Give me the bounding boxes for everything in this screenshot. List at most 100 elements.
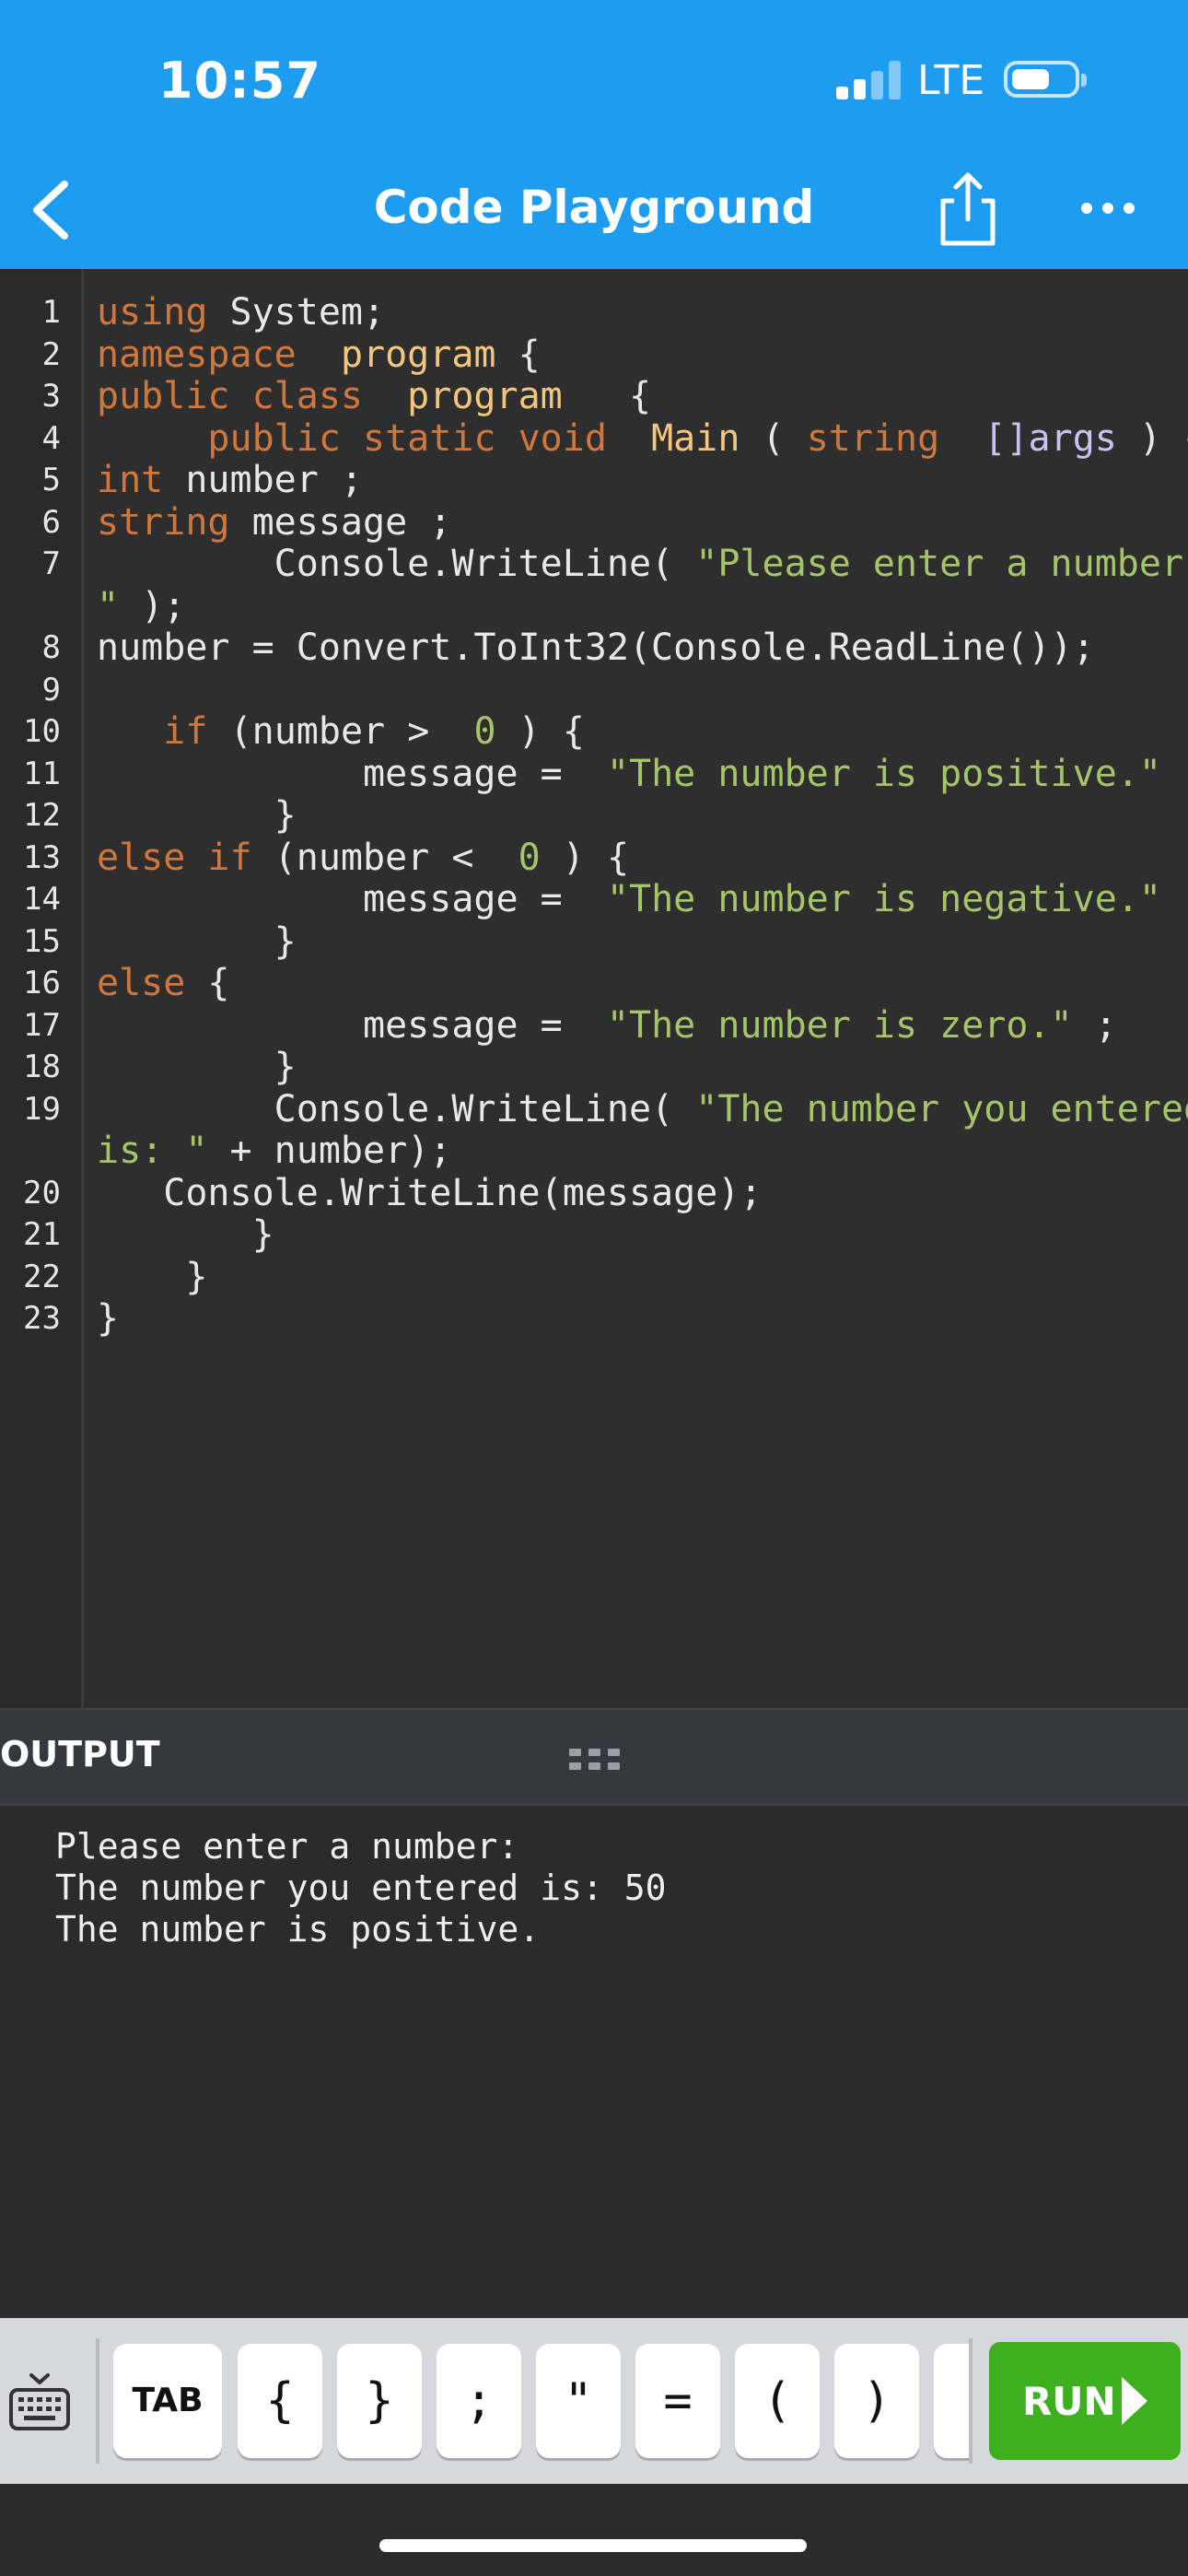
code-text: Console.WriteLine( "Please enter a numbe… [97, 543, 1188, 586]
code-token: else [97, 962, 186, 1004]
output-line: The number is positive. [55, 1909, 541, 1950]
line-number: 11 [23, 755, 61, 792]
code-token: } [97, 1046, 297, 1088]
code-token: "The number is positive." [606, 752, 1161, 795]
code-line[interactable]: 4 public static void Main ( string []arg… [0, 416, 1188, 461]
code-line[interactable]: 12 } [0, 794, 1188, 837]
symbol-keys: TAB { } ; " = ( ) [99, 2318, 969, 2484]
more-options-button[interactable] [1076, 190, 1140, 227]
code-token: number ; [185, 459, 363, 501]
code-line[interactable]: 19 Console.WriteLine( "The number you en… [0, 1087, 1188, 1131]
code-text: is: " + number); [97, 1130, 451, 1173]
code-line[interactable]: 23} [0, 1297, 1188, 1341]
code-token: Main [651, 416, 740, 460]
network-type: LTE [917, 57, 985, 104]
code-token: } [97, 1297, 120, 1340]
code-line[interactable]: 3 public class program { [0, 375, 1188, 418]
code-line[interactable]: is: " + number); [0, 1130, 1188, 1173]
code-line[interactable]: 9 [0, 670, 1188, 712]
code-area[interactable]: 1 using System; 2 namespace program {3 publi… [0, 291, 1188, 1341]
code-line[interactable]: 11 message = "The number is positive." ; [0, 752, 1188, 796]
code-text: using System; [97, 291, 385, 334]
code-line[interactable]: 17 message = "The number is zero." ; [0, 1004, 1188, 1048]
code-line[interactable]: 16 else { [0, 962, 1188, 1005]
home-indicator[interactable] [379, 2539, 807, 2552]
key-close-paren[interactable]: ) [834, 2344, 919, 2458]
code-line[interactable]: " ); [0, 584, 1188, 628]
key-close-brace[interactable]: } [337, 2344, 422, 2458]
code-token: "The number you entered [695, 1087, 1188, 1130]
code-token: ); [141, 584, 186, 627]
code-line[interactable]: 2 namespace program { [0, 334, 1188, 377]
code-line[interactable]: 18 } [0, 1046, 1188, 1089]
code-token: ) { [518, 710, 585, 753]
code-token: string [97, 500, 230, 544]
line-number: 2 [41, 335, 61, 373]
code-token: ) { [562, 836, 630, 879]
code-line[interactable]: 22 } [0, 1255, 1188, 1299]
code-token: + number); [229, 1130, 452, 1172]
code-line[interactable]: 10 if (number > 0 ) { [0, 710, 1188, 754]
line-number: 15 [23, 922, 61, 960]
key-partial[interactable] [934, 2344, 969, 2458]
key-equals[interactable]: = [635, 2344, 720, 2458]
code-token: } [97, 794, 297, 837]
key-open-paren[interactable]: ( [735, 2344, 820, 2458]
share-button[interactable] [930, 170, 1006, 247]
code-text: } [97, 1297, 120, 1341]
code-text: namespace program { [97, 334, 541, 377]
code-editor[interactable]: 1 using System; 2 namespace program {3 publi… [0, 269, 1188, 1708]
code-token: { [584, 375, 652, 417]
code-token: message = [97, 878, 585, 920]
code-text: public class program { [97, 375, 652, 418]
key-open-brace[interactable]: { [238, 2344, 322, 2458]
home-area [0, 2484, 1188, 2576]
code-line[interactable]: 5 int number ; [0, 459, 1188, 502]
key-double-quote[interactable]: " [536, 2344, 621, 2458]
code-token: } [97, 1255, 208, 1298]
line-number: 16 [23, 965, 61, 1001]
line-number: 19 [23, 1090, 61, 1128]
drag-handle-icon[interactable] [569, 1747, 621, 1773]
code-token: message ; [251, 500, 452, 544]
play-icon [1122, 2377, 1147, 2425]
signal-strength-icon [836, 61, 901, 100]
code-line[interactable]: 14 message = "The number is negative." ; [0, 878, 1188, 921]
line-number: 1 [41, 294, 61, 331]
keyboard-toggle-button[interactable] [7, 2370, 72, 2434]
code-line[interactable]: 13 else if (number < 0 ) { [0, 837, 1188, 880]
key-tab[interactable]: TAB [113, 2344, 222, 2458]
code-token: using [97, 291, 208, 334]
code-line[interactable]: 6 string message ; [0, 500, 1188, 544]
symbol-key-toolbar: TAB { } ; " = ( ) RUN [0, 2318, 1188, 2484]
code-text: message = "The number is zero." ; [97, 1004, 1117, 1048]
code-line[interactable]: 20 Console.WriteLine(message); [0, 1171, 1188, 1215]
code-line[interactable]: 21 } [0, 1213, 1188, 1257]
code-token: Console.WriteLine( [97, 543, 674, 585]
code-token: } [97, 919, 297, 963]
code-line[interactable]: 1 using System; [0, 291, 1188, 334]
key-semicolon[interactable]: ; [437, 2344, 521, 2458]
code-line[interactable]: 8 number = Convert.ToInt32(Console.ReadLi… [0, 626, 1188, 670]
code-line[interactable]: 7 Console.WriteLine( "Please enter a num… [0, 543, 1188, 586]
code-token: number = Convert.ToInt32(Console.ReadLin… [97, 626, 1095, 669]
battery-icon [1004, 61, 1087, 98]
run-label: RUN [1022, 2379, 1116, 2424]
code-token: Console.WriteLine(message); [97, 1171, 763, 1214]
code-line[interactable]: 15 } [0, 919, 1188, 964]
line-number: 14 [23, 881, 61, 918]
code-token: namespace [97, 333, 297, 376]
code-token: message = [97, 752, 585, 795]
code-text: message = "The number is positive." ; [97, 752, 1188, 796]
code-text: } [97, 919, 297, 964]
code-token: (number < [274, 836, 496, 879]
output-line: Please enter a number: [55, 1826, 519, 1867]
output-line: The number you entered is: 50 [55, 1868, 667, 1908]
line-number: 5 [41, 462, 61, 498]
code-token: int [97, 459, 164, 501]
line-number: 20 [23, 1174, 61, 1212]
run-button[interactable]: RUN [989, 2342, 1181, 2460]
code-token: Console.WriteLine( [97, 1087, 674, 1130]
